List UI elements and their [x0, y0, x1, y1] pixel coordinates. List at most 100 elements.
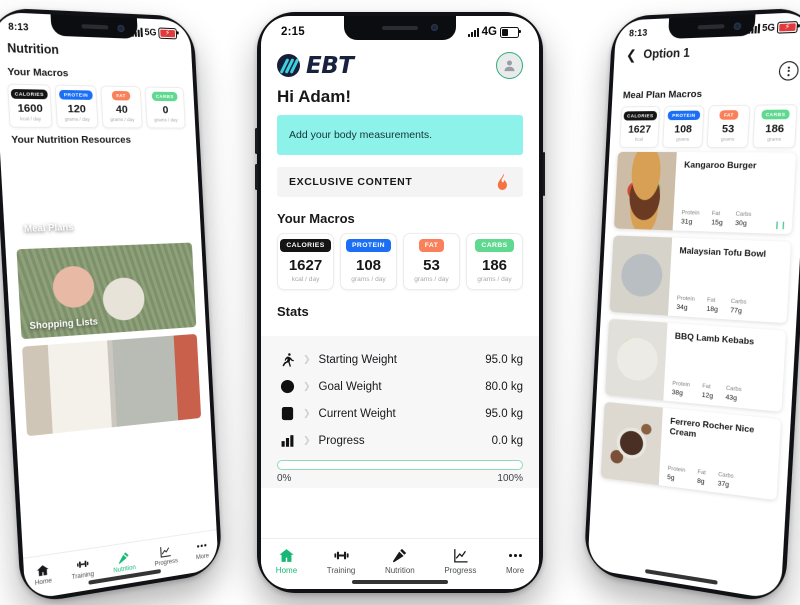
phone-mockup-center: 2:15 4G EBT Hi Adam! Add your body measu… [255, 12, 545, 593]
meal-card[interactable]: Ferrero Rocher Nice Cream Protein 5g Fat 8… [600, 401, 781, 501]
network-label: 5G [761, 21, 776, 34]
macro-row-center: CALORIES 1627 kcal / day PROTEIN 108 gra… [261, 233, 539, 290]
macro-unit: grams / day [64, 116, 90, 122]
brand-name: EBT [306, 52, 354, 79]
nav-label: Progress [154, 557, 179, 568]
macro-card[interactable]: FAT 40 grams / day [100, 85, 143, 129]
stat-row-goal-weight[interactable]: ❯ Goal Weight 80.0 kg [277, 373, 523, 400]
network-label: 5G [144, 26, 157, 38]
power-button[interactable] [542, 152, 545, 196]
macro-value: 15g [711, 219, 723, 227]
meal-details: Ferrero Rocher Nice Cream Protein 5g Fat 8… [659, 408, 781, 501]
page-title: Option 1 [643, 46, 691, 61]
back-arrow-icon[interactable]: ❮ [626, 47, 637, 63]
resource-card-recipes[interactable] [22, 333, 202, 437]
status-time: 8:13 [628, 27, 648, 39]
macro-unit: kcal / day [291, 276, 320, 283]
macro-card[interactable]: CALORIES 1600 kcal / day [7, 83, 53, 128]
macro-card[interactable]: PROTEIN 108 grams / day [340, 233, 397, 290]
macro-card[interactable]: FAT 53 grams / day [403, 233, 460, 290]
macro-badge: CALORIES [10, 88, 49, 100]
volume-up-button[interactable] [255, 128, 258, 154]
notch [50, 14, 139, 39]
dumbbell-icon [75, 556, 89, 572]
macro-key: Protein [667, 465, 686, 474]
stat-label: Progress [318, 434, 365, 447]
phone-screen-center: 2:15 4G EBT Hi Adam! Add your body measu… [261, 16, 539, 589]
macro-card[interactable]: CARBS 186 grams [752, 104, 798, 149]
macro-unit: grams [767, 136, 782, 142]
macro-card[interactable]: CALORIES 1627 kcal [619, 105, 661, 148]
meal-macros: Protein 31g Fat 15g Carbs 30g [681, 210, 784, 229]
stat-row-starting-weight[interactable]: ❯ Starting Weight 95.0 kg [277, 346, 523, 373]
nav-item-nutrition[interactable]: Nutrition [385, 547, 415, 575]
resource-card-shopping-lists[interactable]: Shopping Lists [16, 242, 197, 340]
macro-value: 18g [706, 305, 719, 314]
meal-card[interactable]: BBQ Lamb Kebabs Protein 38g Fat 12g Carbs 4… [605, 318, 786, 412]
macro-card[interactable]: PROTEIN 108 grams [662, 105, 705, 149]
macro-key: Carbs [735, 211, 752, 219]
macro-card[interactable]: CARBS 186 grams / day [466, 233, 523, 290]
nav-item-progress[interactable]: Progress [153, 543, 179, 568]
nav-item-more[interactable]: More [506, 547, 524, 575]
macro-value: 40 [115, 103, 129, 116]
mockup-stage: 8:13 5G ⚡ Nutrition Your Macros CALORIES… [0, 0, 800, 605]
nav-item-more[interactable]: More [195, 538, 209, 561]
macro-unit: grams [675, 136, 690, 142]
progress-min-label: 0% [277, 473, 292, 484]
macro-unit: kcal / day [20, 116, 42, 122]
macro-card[interactable]: CARBS 0 grams / day [144, 86, 186, 129]
chevron-right-icon: ❯ [303, 408, 311, 418]
more-options-icon[interactable] [778, 60, 800, 81]
macro-badge: FAT [111, 90, 131, 101]
meal-card[interactable]: Kangaroo Burger Protein 31g Fat 15g Carbs 3… [613, 151, 797, 235]
volume-down-button[interactable] [255, 164, 258, 190]
macro-value: 1600 [17, 102, 44, 116]
ebt-logo-icon [277, 54, 300, 77]
notch [667, 14, 756, 39]
meal-thumbnail [613, 151, 677, 231]
avatar[interactable] [496, 52, 523, 79]
macro-value: 186 [764, 122, 785, 136]
macro-badge: CARBS [151, 91, 178, 102]
measurements-prompt-card[interactable]: Add your body measurements. [277, 115, 523, 155]
meal-card[interactable]: Malaysian Tofu Bowl Protein 34g Fat 18g Ca… [609, 235, 792, 324]
macro-badge: PROTEIN [667, 110, 700, 121]
macro-key: Fat [711, 210, 721, 218]
macro-card[interactable]: PROTEIN 120 grams / day [54, 84, 99, 129]
scale-icon [277, 406, 297, 421]
macro-badge: FAT [719, 110, 739, 120]
signal-icon [467, 27, 479, 37]
macro-card[interactable]: CALORIES 1627 kcal / day [277, 233, 334, 290]
nav-item-training[interactable]: Training [71, 555, 94, 581]
meal-macros: Protein 5g Fat 8g Carbs 37g [667, 466, 769, 494]
ellipsis-icon [195, 538, 208, 553]
stats-heading: Stats [277, 304, 309, 319]
nav-item-home[interactable]: Home [276, 547, 297, 575]
macro-card[interactable]: FAT 53 grams [706, 104, 751, 149]
nav-label: Training [326, 566, 356, 575]
macro-unit: grams / day [414, 276, 449, 283]
exclusive-content-banner[interactable]: EXCLUSIVE CONTENT [277, 167, 523, 197]
resource-card-meal-plans[interactable]: Meal Plans [11, 151, 192, 242]
nav-item-nutrition[interactable]: Nutrition [112, 549, 136, 574]
meal-thumbnail [600, 401, 663, 486]
macro-value: 37g [717, 480, 730, 489]
progress-scale: 0% 100% [277, 473, 523, 484]
meal-macros: Protein 34g Fat 18g Carbs 77g [676, 296, 779, 318]
notch [344, 16, 456, 40]
nav-item-progress[interactable]: Progress [444, 547, 476, 575]
status-time: 2:15 [281, 26, 305, 38]
macro-value: 38g [671, 388, 684, 398]
meal-name: Kangaroo Burger [683, 159, 757, 171]
macro-value: 53 [721, 122, 735, 136]
macro-key: Protein [672, 380, 691, 389]
speaker-grille [382, 26, 418, 31]
speaker-grille [80, 24, 109, 30]
home-indicator [352, 580, 448, 584]
stat-row-current-weight[interactable]: ❯ Current Weight 95.0 kg [277, 400, 523, 427]
stat-value: 95.0 kg [485, 407, 523, 420]
stat-row-progress[interactable]: ❯ Progress 0.0 kg [277, 427, 523, 454]
nav-item-home[interactable]: Home [34, 562, 52, 587]
nav-item-training[interactable]: Training [326, 547, 356, 575]
